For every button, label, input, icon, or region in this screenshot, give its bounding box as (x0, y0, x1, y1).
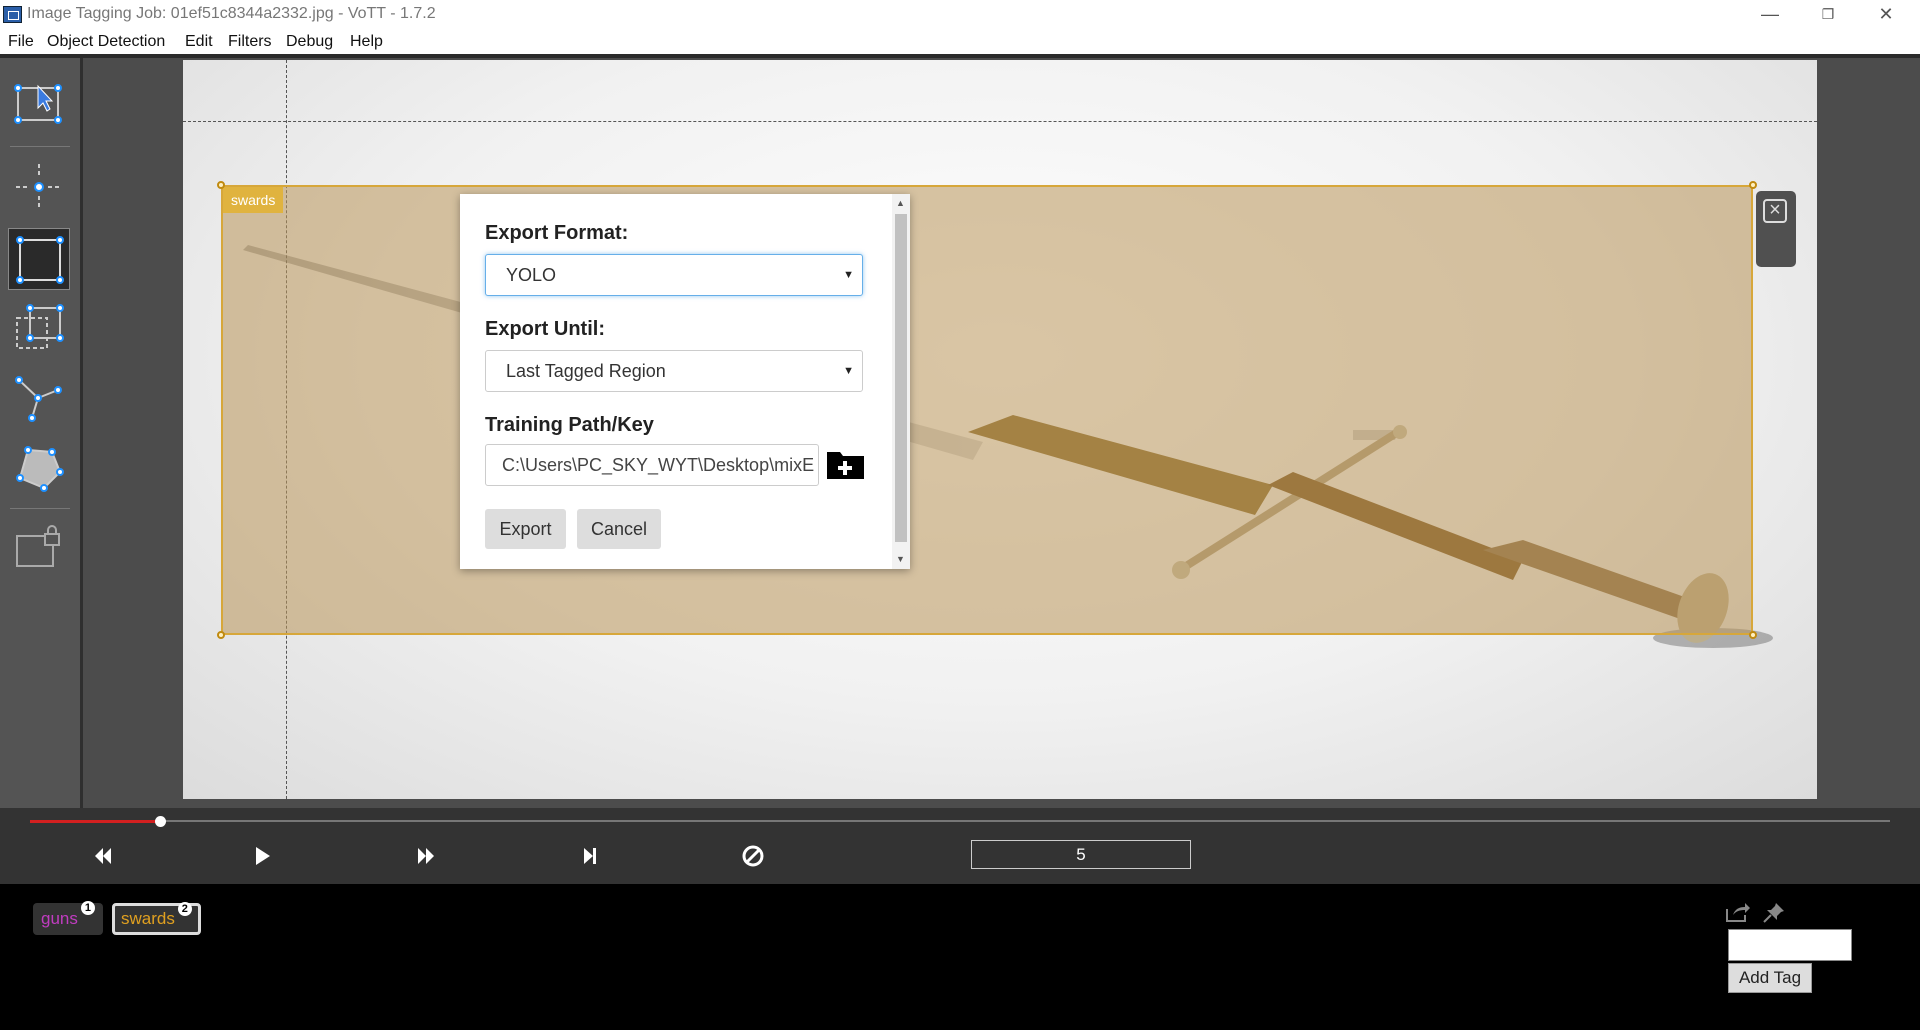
frame-number-input[interactable]: 5 (971, 840, 1191, 869)
add-folder-icon (827, 452, 864, 479)
tool-palette (0, 58, 80, 808)
seek-handle[interactable] (155, 816, 166, 827)
window-title: Image Tagging Job: 01ef51c8344a2332.jpg … (27, 5, 436, 22)
share-icon (1726, 903, 1750, 922)
clear-button[interactable] (735, 842, 771, 870)
lock-tool-button[interactable] (8, 518, 70, 580)
tag-hotkey: 2 (177, 902, 192, 916)
tag-name: guns (41, 909, 78, 928)
region-tag-label: swards (223, 187, 284, 213)
rectangle-icon (16, 236, 64, 284)
export-format-value: YOLO (506, 265, 557, 285)
menu-filters[interactable]: Filters (228, 33, 272, 51)
training-path-label: Training Path/Key (485, 414, 654, 436)
skip-forward-icon (584, 848, 596, 864)
copy-rectangle-tool-button[interactable] (8, 298, 70, 360)
pin-icon (1763, 903, 1784, 923)
title-bar: Image Tagging Job: 01ef51c8344a2332.jpg … (0, 0, 1920, 29)
rectangle-tool-button[interactable] (8, 228, 70, 290)
pin-tags-button[interactable] (1762, 901, 1788, 923)
tag-guns[interactable]: guns1 (33, 901, 103, 935)
fast-forward-icon (418, 848, 434, 864)
export-until-value: Last Tagged Region (506, 361, 666, 381)
scrollbar-thumb[interactable] (895, 214, 907, 542)
crosshair-guide-horizontal (183, 121, 1817, 122)
editor-area: swards × Export Format: YOLO ▼ Export Un… (0, 54, 1920, 808)
polyline-tool-button[interactable] (8, 368, 70, 430)
prohibited-icon (742, 845, 764, 867)
new-tag-input[interactable] (1728, 929, 1852, 961)
skip-to-tagged-button[interactable] (572, 842, 608, 870)
polyline-icon (15, 376, 62, 422)
menu-bar: File Object Detection Edit Filters Debug… (0, 29, 1920, 54)
scroll-down-icon[interactable]: ▼ (896, 554, 905, 564)
dialog-scrollbar[interactable]: ▲ ▼ (892, 194, 910, 569)
menu-edit[interactable]: Edit (185, 33, 213, 51)
chevron-down-icon: ▼ (843, 269, 854, 281)
menu-help[interactable]: Help (350, 33, 383, 51)
lock-icon (16, 525, 60, 567)
tag-name: swards (121, 909, 175, 928)
region-handle-bottom-right[interactable] (1749, 631, 1757, 639)
playback-bar: 5 (0, 808, 1920, 884)
export-until-label: Export Until: (485, 318, 605, 340)
next-frame-button[interactable] (408, 842, 444, 870)
point-icon (16, 164, 62, 210)
previous-frame-button[interactable] (85, 842, 121, 870)
chevron-down-icon: ▼ (843, 365, 854, 377)
delete-region-panel: × (1756, 191, 1796, 267)
export-tags-button[interactable] (1725, 901, 1751, 923)
export-format-label: Export Format: (485, 222, 629, 244)
region-handle-bottom-left[interactable] (217, 631, 225, 639)
seek-track[interactable] (30, 820, 1890, 822)
play-icon (256, 847, 270, 865)
browse-folder-button[interactable] (827, 449, 864, 479)
tool-separator (10, 146, 70, 147)
tagged-region[interactable]: swards (221, 185, 1753, 635)
select-icon (14, 84, 62, 124)
export-format-select[interactable]: YOLO ▼ (485, 254, 863, 296)
toolbar-border (80, 58, 83, 808)
tags-panel: guns1 swards 2 Add Tag (0, 884, 1920, 1030)
tag-hotkey: 1 (80, 901, 95, 915)
menu-object-detection[interactable]: Object Detection (47, 33, 165, 51)
polygon-icon (16, 446, 64, 492)
copy-rectangle-icon (16, 304, 64, 349)
top-divider (0, 54, 1920, 58)
export-button[interactable]: Export (485, 509, 566, 549)
minimize-button[interactable]: — (1741, 0, 1799, 29)
region-handle-top-left[interactable] (217, 181, 225, 189)
seek-progress (30, 820, 160, 823)
scroll-up-icon[interactable]: ▲ (896, 198, 905, 208)
point-tool-button[interactable] (8, 156, 70, 218)
menu-debug[interactable]: Debug (286, 33, 333, 51)
region-handle-top-right[interactable] (1749, 181, 1757, 189)
menu-file[interactable]: File (8, 33, 34, 51)
cancel-button[interactable]: Cancel (577, 509, 661, 549)
restore-button[interactable]: ❐ (1799, 0, 1857, 29)
training-path-input[interactable]: C:\Users\PC_SKY_WYT\Desktop\mixE (485, 444, 819, 486)
rewind-icon (95, 848, 111, 864)
export-dialog: Export Format: YOLO ▼ Export Until: Last… (460, 194, 910, 569)
close-button[interactable]: ✕ (1857, 0, 1915, 29)
tool-separator (10, 508, 70, 509)
select-tool-button[interactable] (8, 72, 70, 134)
add-tag-button[interactable]: Add Tag (1728, 963, 1812, 993)
export-until-select[interactable]: Last Tagged Region ▼ (485, 350, 863, 392)
delete-region-icon[interactable]: × (1763, 199, 1787, 223)
image-canvas[interactable]: swards × (183, 60, 1817, 799)
vott-app-icon (3, 6, 22, 23)
tag-swards[interactable]: swards 2 (112, 902, 201, 935)
play-button[interactable] (245, 842, 281, 870)
polygon-tool-button[interactable] (8, 438, 70, 500)
vott-window: Image Tagging Job: 01ef51c8344a2332.jpg … (0, 0, 1920, 1030)
